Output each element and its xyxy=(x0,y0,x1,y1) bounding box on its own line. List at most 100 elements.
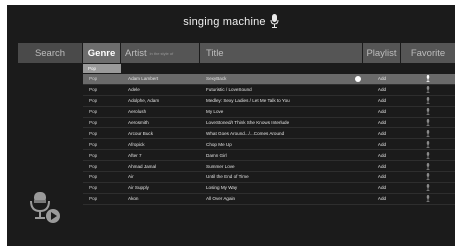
favorite-button[interactable] xyxy=(401,140,455,148)
song-artist: Adolphe, Adam xyxy=(128,98,160,104)
add-to-playlist-button[interactable]: Add xyxy=(363,196,401,201)
song-title: Chop Me Up xyxy=(206,141,232,147)
song-title: SexyBack xyxy=(206,76,227,82)
song-title: Summer Love xyxy=(206,163,235,169)
song-genre: Pop xyxy=(89,130,98,136)
add-to-playlist-button[interactable]: Add xyxy=(363,120,401,125)
genre-filter-label: Pop xyxy=(88,66,97,71)
song-genre: Pop xyxy=(89,185,98,191)
app-logo: singing machine xyxy=(7,11,455,33)
favorite-button[interactable] xyxy=(401,173,455,181)
favorite-button[interactable] xyxy=(401,75,455,83)
song-title: LoveStoned/I Think She Knows Interlude xyxy=(206,120,290,125)
song-row[interactable]: Pop Akon All Over Again Add xyxy=(83,194,455,205)
app-title: singing machine xyxy=(183,16,266,28)
song-row[interactable]: Pop Adolphe, Adam Medley: Sexy Ladies / Le… xyxy=(83,96,455,107)
song-row[interactable]: Pop Adam Lambert SexyBack Add xyxy=(83,74,455,85)
song-artist: After 7 xyxy=(128,152,142,158)
add-to-playlist-button[interactable]: Add xyxy=(363,76,401,81)
tab-genre-label: Genre xyxy=(87,47,116,59)
song-row[interactable]: Pop Adele Futuristic / LoveSound Add xyxy=(83,85,455,96)
song-genre: Pop xyxy=(89,141,98,147)
add-to-playlist-button[interactable]: Add xyxy=(363,142,401,147)
song-row[interactable]: Pop Air Supply Losing My Way Add xyxy=(83,183,455,194)
song-title-cell: Medley: Sexy Ladies / Let Me Talk to You xyxy=(200,96,363,106)
song-row[interactable]: Pop Afropick Chop Me Up Add xyxy=(83,139,455,151)
tab-genre[interactable]: Genre xyxy=(83,43,121,63)
microphone-icon xyxy=(426,151,430,159)
song-row[interactable]: Pop Ahmad Jamal Summer Love Add xyxy=(83,161,455,173)
favorite-button[interactable] xyxy=(401,162,455,170)
song-title-cell: Losing My Way xyxy=(200,183,363,193)
song-title: All Over Again xyxy=(206,196,236,202)
favorite-button[interactable] xyxy=(401,151,455,159)
tab-artist[interactable]: Artist in the style of xyxy=(121,43,200,63)
song-title-cell: Chop Me Up xyxy=(200,139,363,149)
favorite-button[interactable] xyxy=(401,86,455,94)
song-artist: Ahmad Jamal xyxy=(128,163,157,169)
favorite-button[interactable] xyxy=(401,195,455,203)
add-to-playlist-button[interactable]: Add xyxy=(363,98,401,103)
tab-title[interactable]: Title xyxy=(200,43,363,63)
selection-indicator-icon xyxy=(355,76,361,82)
favorite-button[interactable] xyxy=(401,184,455,192)
song-artist: Adam Lambert xyxy=(128,76,159,82)
favorite-button[interactable] xyxy=(401,129,455,137)
add-to-playlist-button[interactable]: Add xyxy=(363,174,401,179)
microphone-icon xyxy=(426,140,430,148)
song-title-cell: Until the End of Time xyxy=(200,172,363,182)
song-title: What Goes Around.../...Comes Around xyxy=(206,130,285,136)
song-list: Pop Adam Lambert SexyBack Add Pop Adele Futuri… xyxy=(83,74,455,205)
song-genre: Pop xyxy=(89,196,98,202)
song-genre: Pop xyxy=(89,109,98,115)
song-genre: Pop xyxy=(89,120,98,125)
app-screen: singing machine Search Genre Artist in t… xyxy=(7,5,455,246)
song-title-cell: Futuristic / LoveSound xyxy=(200,85,363,95)
song-row[interactable]: Pop Aerosmith LoveStoned/I Think She Knows… xyxy=(83,118,455,129)
favorite-button[interactable] xyxy=(401,108,455,115)
microphone-play-icon[interactable] xyxy=(29,192,61,231)
song-title: Until the End of Time xyxy=(206,174,249,180)
column-tabs: Search Genre Artist in the style of Titl… xyxy=(18,43,455,63)
favorite-button[interactable] xyxy=(401,119,455,126)
song-title-cell: SexyBack xyxy=(200,74,363,84)
song-row[interactable]: Pop After 7 Damn Girl Add xyxy=(83,150,455,162)
song-title-cell: My Love xyxy=(200,107,363,117)
song-genre: Pop xyxy=(89,174,98,180)
microphone-icon xyxy=(426,162,430,170)
song-title-cell: Summer Love xyxy=(200,161,363,171)
microphone-icon xyxy=(426,86,430,94)
favorite-button[interactable] xyxy=(401,97,455,105)
tab-playlist-label: Playlist xyxy=(366,47,397,59)
song-artist: Air xyxy=(128,174,134,180)
tab-playlist[interactable]: Playlist xyxy=(363,43,401,63)
song-artist: Adele xyxy=(128,87,140,93)
microphone-icon xyxy=(426,97,430,105)
song-title-cell: LoveStoned/I Think She Knows Interlude xyxy=(200,118,363,128)
song-row[interactable]: Pop Air Until the End of Time Add xyxy=(83,172,455,183)
song-artist: Air Supply xyxy=(128,185,149,191)
tab-search-label: Search xyxy=(34,47,66,59)
add-to-playlist-button[interactable]: Add xyxy=(363,109,401,114)
tab-artist-sublabel: in the style of xyxy=(149,50,174,56)
tab-favorite[interactable]: Favorite xyxy=(401,43,455,63)
add-to-playlist-button[interactable]: Add xyxy=(363,131,401,136)
add-to-playlist-button[interactable]: Add xyxy=(363,153,401,158)
genre-filter-selected[interactable]: Pop xyxy=(83,64,121,73)
song-title-cell: All Over Again xyxy=(200,194,363,204)
tab-search[interactable]: Search xyxy=(18,43,83,63)
microphone-icon xyxy=(426,75,430,83)
microphone-icon xyxy=(426,119,430,126)
add-to-playlist-button[interactable]: Add xyxy=(363,164,401,169)
song-row[interactable]: Pop Arcour Buck What Goes Around.../...Com… xyxy=(83,128,455,140)
microphone-icon xyxy=(426,184,430,192)
microphone-icon xyxy=(426,129,430,137)
add-to-playlist-button[interactable]: Add xyxy=(363,185,401,190)
song-artist: Aerosmith xyxy=(128,120,149,125)
song-artist: Arcour Buck xyxy=(128,130,154,136)
add-to-playlist-button[interactable]: Add xyxy=(363,87,401,92)
song-row[interactable]: Pop Aerolush My Love Add xyxy=(83,107,455,118)
microphone-icon xyxy=(270,13,279,31)
song-genre: Pop xyxy=(89,98,98,104)
tab-title-label: Title xyxy=(206,47,224,59)
